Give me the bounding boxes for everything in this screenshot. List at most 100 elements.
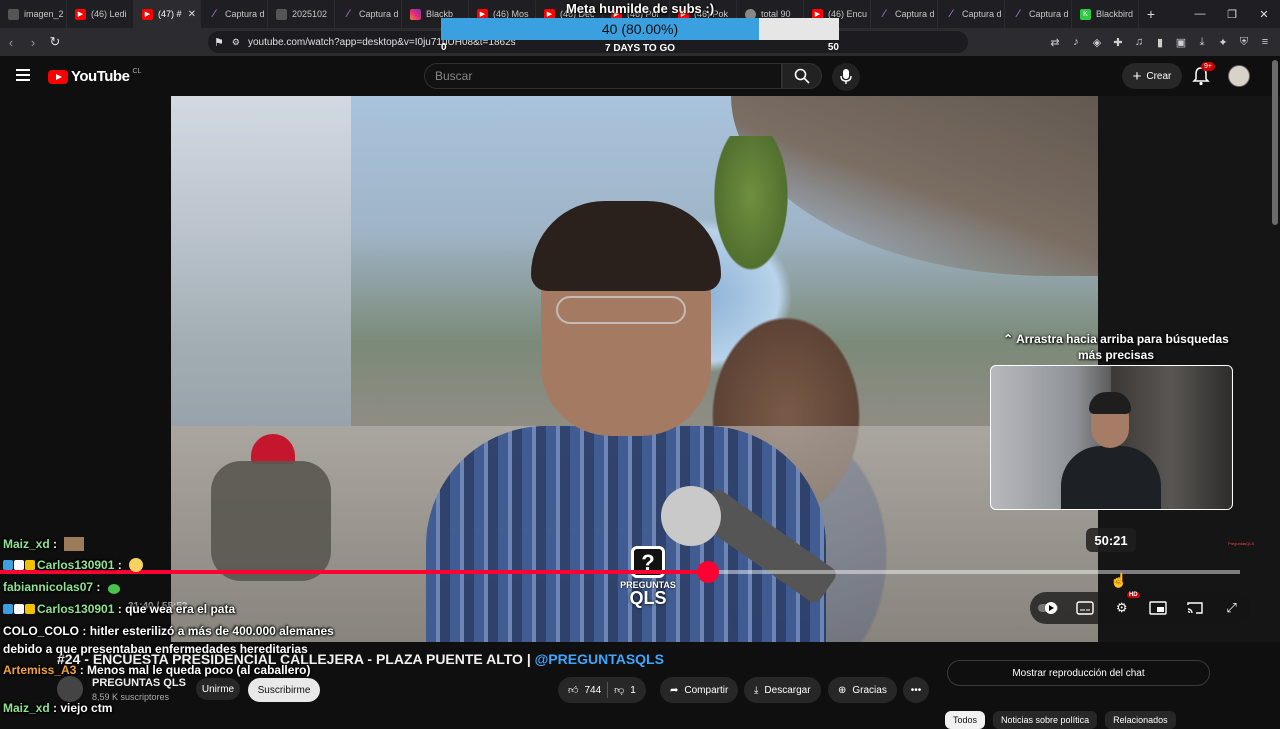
capture-icon: ⁄ [1017, 8, 1020, 20]
account-avatar[interactable] [1228, 65, 1250, 87]
vpn-icon[interactable]: ⛨ [1237, 32, 1251, 52]
subtitles-icon[interactable] [1073, 596, 1097, 620]
youtube-logo[interactable]: YouTube CL [48, 68, 141, 85]
youtube-icon: ▶ [142, 8, 153, 20]
more-actions-button[interactable]: ••• [903, 677, 929, 703]
close-tab-icon[interactable]: ✕ [188, 9, 196, 20]
player-watermark: PreguntasQLS [1228, 541, 1255, 546]
chip-politics-news[interactable]: Noticias sobre política [993, 711, 1098, 729]
sidebar-icon[interactable]: ▮ [1153, 32, 1167, 52]
new-tab-icon[interactable]: + [1139, 6, 1163, 22]
browser-tab[interactable]: ⁄ Captura d [938, 0, 1005, 28]
music-icon[interactable]: ♫ [1132, 32, 1146, 52]
ai-icon[interactable]: ✦ [1216, 32, 1230, 52]
drag-hint: ⌃ Arrastra hacia arriba para búsquedas m… [990, 331, 1242, 363]
browser-tab[interactable]: ⁄ Captura d [335, 0, 402, 28]
subscribe-button[interactable]: Suscribirme [248, 678, 320, 702]
tab-label: Captura d [1029, 9, 1069, 19]
translate-icon[interactable]: ⇄ [1048, 32, 1062, 52]
chat-text: Menos mal le queda poco (al caballero) [87, 663, 311, 677]
download-icon[interactable]: ⤓ [1195, 32, 1209, 52]
youtube-header: YouTube CL Buscar + Crear 9+ [0, 56, 1280, 96]
settings-gear-icon[interactable]: ⚙ HD [1110, 592, 1140, 620]
progress-scrubber[interactable] [697, 561, 720, 583]
badge-icon [25, 604, 35, 614]
share-icon: ➦ [670, 684, 679, 696]
cast-icon[interactable] [1183, 596, 1207, 620]
like-dislike-group: 👍︎ 744 👎︎ 1 [558, 677, 646, 703]
browser-tab[interactable]: K Blackbird [1072, 0, 1139, 28]
notifications-button[interactable]: 9+ [1192, 62, 1215, 86]
tab-label: 2025102 [292, 9, 328, 19]
capture-icon: ⁄ [883, 8, 886, 20]
chat-username: Maiz_xd [3, 537, 50, 551]
search-input[interactable]: Buscar [424, 63, 782, 89]
capture-icon: ⁄ [347, 8, 350, 20]
logo-line-2: QLS [629, 588, 667, 608]
channel-handle-link[interactable]: @PREGUNTASQLS [535, 651, 664, 667]
thanks-button[interactable]: ⊕ Gracias [828, 677, 897, 703]
fullscreen-icon[interactable]: ⤢ [1220, 596, 1244, 620]
browser-tab[interactable]: ▶ (46) Ledi [67, 0, 134, 28]
chat-username: COLO_COLO [3, 624, 80, 638]
forward-icon[interactable]: › [22, 31, 44, 53]
menu-icon[interactable]: ≡ [1258, 32, 1272, 52]
share-button[interactable]: ➦ Compartir [660, 677, 739, 703]
browser-tab[interactable]: ⁄ Captura d [201, 0, 268, 28]
miniplayer-icon[interactable] [1146, 596, 1170, 620]
dislike-count[interactable]: 1 [630, 685, 636, 696]
sub-goal-overlay: 40 (80.00%) Meta humilde de subs :) 0 7 … [441, 0, 839, 58]
image-icon [8, 8, 19, 20]
thumbs-down-icon[interactable]: 👎︎ [614, 684, 624, 696]
puzzle-icon[interactable]: ✚ [1111, 32, 1125, 52]
search-button[interactable] [782, 63, 822, 89]
chat-message: COLO_COLO : hitler esterilizó a más de 4… [3, 624, 334, 638]
drag-hint-text: Arrastra hacia arriba para búsquedas más… [1016, 332, 1229, 362]
bookmark-icon[interactable]: ⚑ [214, 36, 224, 49]
reload-icon[interactable]: ↻ [44, 31, 66, 53]
page-scrollbar[interactable] [1272, 60, 1278, 225]
show-chat-replay-button[interactable]: Mostrar reproducción del chat [947, 660, 1210, 686]
country-code: CL [132, 68, 142, 75]
channel-avatar[interactable] [57, 676, 83, 702]
document-icon [276, 8, 287, 20]
chat-message: debido a que presentaban enfermedades he… [3, 642, 308, 656]
scrub-time-tooltip: 50:21 [1086, 528, 1136, 552]
chat-message: Carlos130901 : que wea era el pata [3, 602, 235, 616]
join-button[interactable]: Unirme [196, 678, 240, 700]
video-frame[interactable]: ? PREGUNTAS QLS [171, 96, 1098, 642]
capture-icon: ⁄ [213, 8, 216, 20]
extension-icon[interactable]: ◈ [1090, 32, 1104, 52]
tab-label: (46) Ledi [91, 9, 127, 19]
browser-tab[interactable]: ⁄ Captura d [871, 0, 938, 28]
browser-tab[interactable]: 2025102 [268, 0, 335, 28]
video-building [171, 96, 351, 426]
chat-username: fabiannicolas07 [3, 580, 94, 594]
audio-icon[interactable]: ♪ [1069, 32, 1083, 52]
chip-all[interactable]: Todos [945, 711, 986, 729]
voice-search-button[interactable] [832, 63, 860, 91]
browser-tab[interactable]: ⁄ Captura d [1005, 0, 1072, 28]
player-controls: ⚙ HD ⤢ [1030, 592, 1250, 624]
close-window-icon[interactable]: ✕ [1248, 0, 1280, 28]
wallet-icon[interactable]: ▣ [1174, 32, 1188, 52]
chip-related[interactable]: Relacionados [1105, 711, 1176, 729]
site-info-icon[interactable]: ⚙ [232, 37, 240, 48]
browser-tab[interactable]: imagen_2 [0, 0, 67, 28]
progress-bar[interactable] [0, 561, 1240, 583]
thumbs-up-icon[interactable]: 👍︎ [568, 684, 578, 696]
create-button[interactable]: + Crear [1122, 63, 1182, 89]
chat-message: Maiz_xd : viejo ctm [3, 701, 113, 715]
back-icon[interactable]: ‹ [0, 31, 22, 53]
browser-tab-active[interactable]: ▶ (47) # ✕ [134, 0, 201, 28]
chat-message: Artemiss_A3 : Menos mal le queda poco (a… [3, 663, 311, 677]
channel-name[interactable]: PREGUNTAS QLS [92, 677, 186, 689]
like-count[interactable]: 744 [584, 685, 601, 696]
autoplay-toggle-icon[interactable] [1036, 596, 1060, 620]
minimize-icon[interactable]: — [1184, 0, 1216, 28]
chevron-up-icon: ⌃ [1003, 332, 1014, 346]
hamburger-menu-icon[interactable] [16, 69, 30, 81]
download-button[interactable]: ⤓ Descargar [744, 677, 821, 703]
sub-goal-bar: 40 (80.00%) [441, 18, 839, 40]
restore-icon[interactable]: ❐ [1216, 0, 1248, 28]
